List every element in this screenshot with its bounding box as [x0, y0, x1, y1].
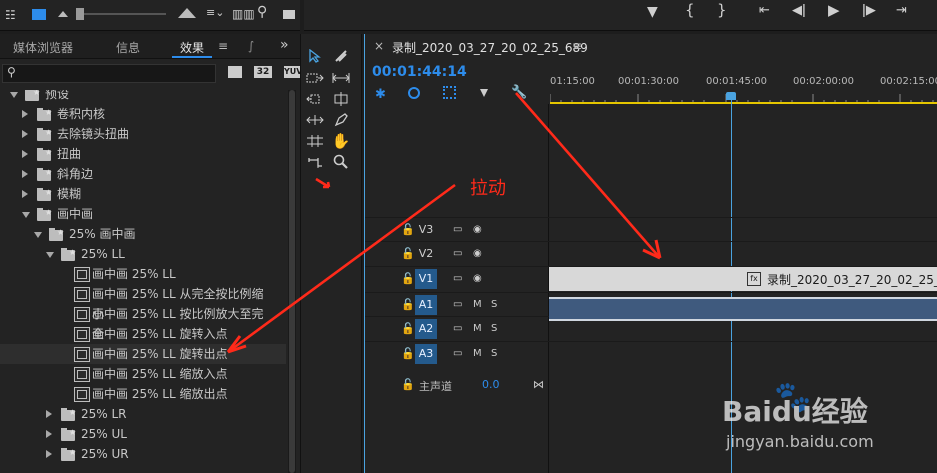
watermark-brand: Baidu经验 — [722, 395, 868, 428]
annotation-label: 拉动 — [470, 178, 506, 199]
watermark-url: jingyan.baidu.com — [726, 432, 874, 451]
watermark: 🐾 Baidu经验 jingyan.baidu.com — [722, 380, 932, 468]
